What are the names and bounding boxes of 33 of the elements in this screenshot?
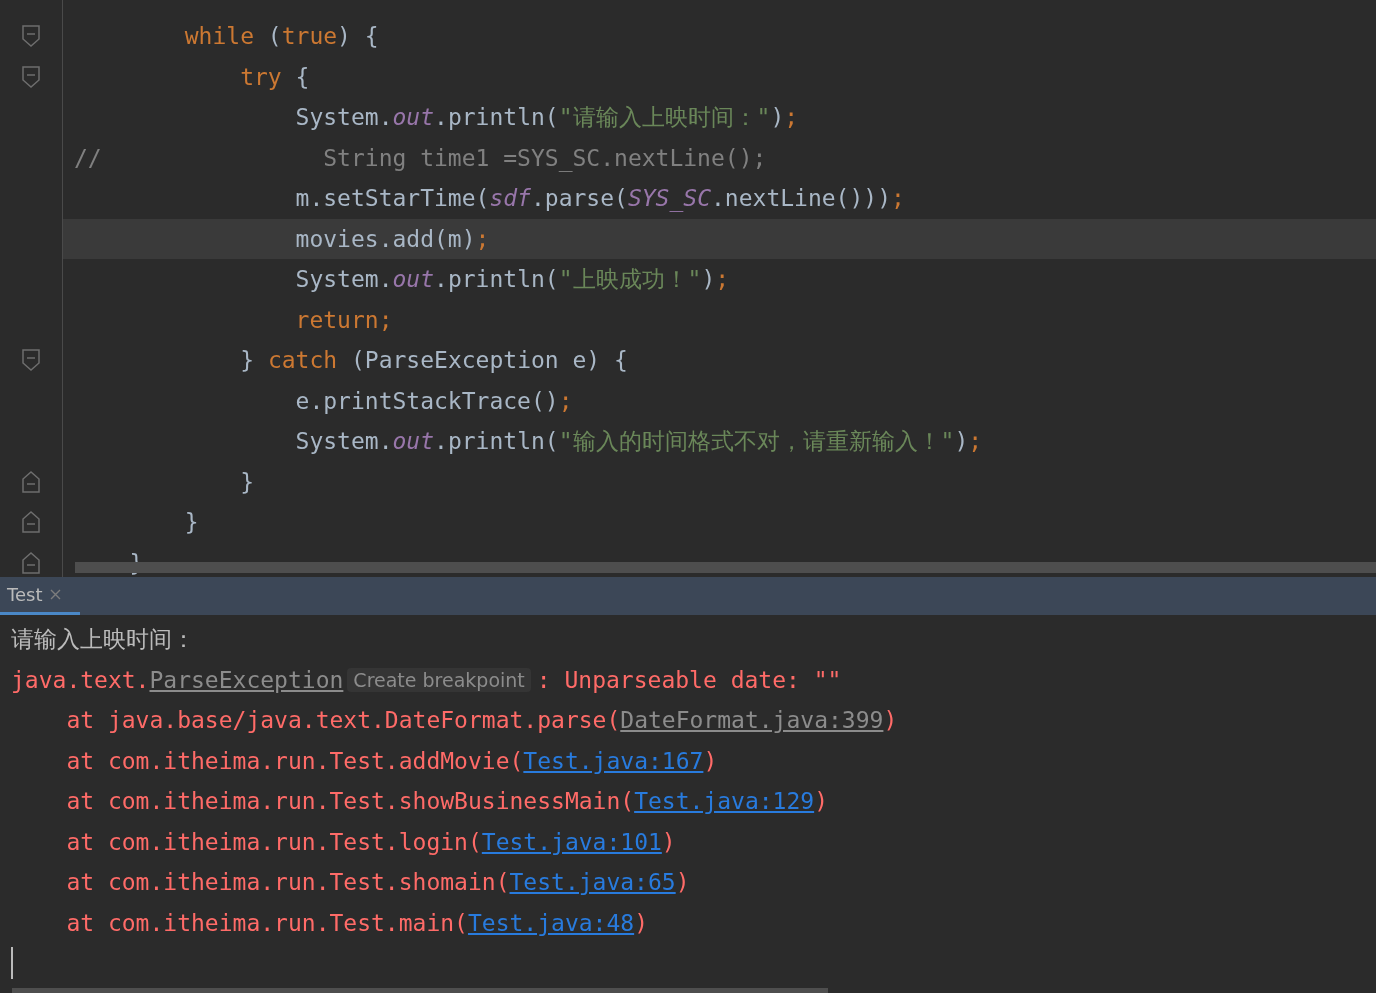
source-link[interactable]: Test.java:167 <box>523 747 704 774</box>
console-text: at com.itheima.run.Test.main( <box>65 909 468 936</box>
fold-icon[interactable] <box>22 25 40 48</box>
console-text: ) <box>661 828 676 855</box>
run-tab[interactable]: Test <box>0 577 80 615</box>
source-link[interactable]: DateFormat.java:399 <box>620 707 884 734</box>
fold-icon[interactable] <box>22 65 40 88</box>
fold-icon[interactable] <box>22 470 40 493</box>
source-link[interactable]: ParseException <box>149 666 344 693</box>
source-link[interactable]: Test.java:65 <box>509 869 676 896</box>
create-breakpoint-hint[interactable]: Create breakpoint <box>347 667 531 692</box>
fold-icon[interactable] <box>22 349 40 372</box>
console-text: at java.base/java.text.DateFormat.parse( <box>65 707 621 734</box>
source-link[interactable]: Test.java:129 <box>634 788 815 815</box>
source-link[interactable]: Test.java:48 <box>467 909 635 936</box>
source-link[interactable]: Test.java:101 <box>481 828 662 855</box>
console-text: at com.itheima.run.Test.addMovie( <box>65 747 524 774</box>
close-icon[interactable] <box>50 589 62 600</box>
console-text: java.text. <box>11 666 150 693</box>
console-text: ) <box>814 788 828 815</box>
console-text: at com.itheima.run.Test.login( <box>65 828 482 855</box>
console-text: ) <box>634 909 648 936</box>
console-text: at com.itheima.run.Test.showBusinessMain( <box>65 788 635 815</box>
console-text: ) <box>675 869 690 896</box>
console-text: 请输入上映时间： <box>11 624 195 654</box>
text-cursor <box>11 947 13 979</box>
console-text: ) <box>883 707 898 734</box>
console-text: : Unparseable date: "" <box>536 666 842 693</box>
console-text: ) <box>703 747 718 774</box>
horizontal-scrollbar[interactable] <box>12 988 828 993</box>
fold-icon[interactable] <box>22 551 40 574</box>
fold-icon[interactable] <box>22 511 40 534</box>
console-text: at com.itheima.run.Test.shomain( <box>65 869 510 896</box>
